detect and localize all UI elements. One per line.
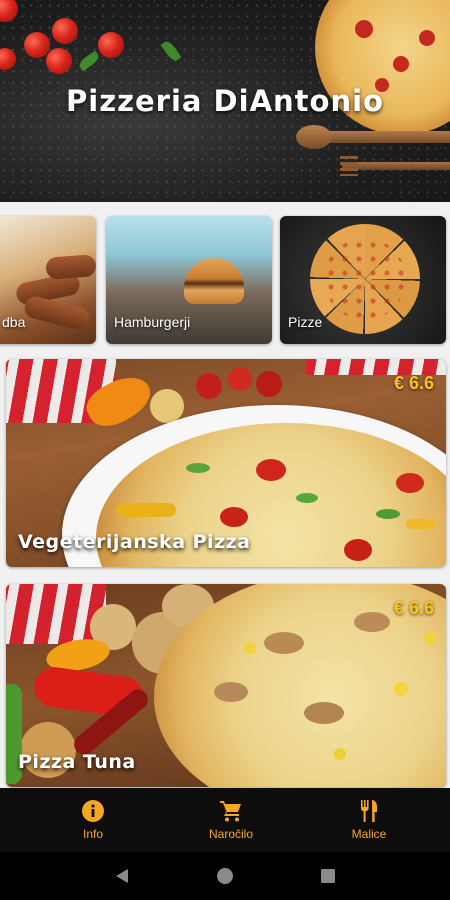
home-button[interactable] [213, 864, 237, 888]
recents-button[interactable] [316, 864, 340, 888]
pizza-image [310, 224, 420, 334]
brand-title: Pizzeria DiAntonio [66, 84, 384, 118]
nav-label: Info [82, 827, 103, 841]
system-navigation-bar [0, 852, 450, 900]
nav-item-narocilo[interactable]: Naročilo [196, 788, 266, 852]
wooden-spoon-decoration [296, 125, 450, 149]
recents-icon [321, 869, 336, 883]
nav-item-info[interactable]: Info [58, 788, 128, 852]
cutlery-icon [361, 800, 377, 822]
home-icon [216, 868, 233, 884]
tomato-decoration [24, 32, 50, 58]
category-carousel[interactable]: dba Hamburgerji Pizze [0, 216, 450, 344]
potato-decoration [150, 389, 184, 423]
cart-icon [220, 801, 241, 822]
nav-item-malice[interactable]: Malice [334, 788, 404, 852]
bottom-navigation: Info Naročilo Malice [0, 788, 450, 852]
tomato-decoration [52, 18, 78, 44]
product-price: € 6.6 [393, 598, 434, 618]
category-label: Pizze [288, 314, 323, 330]
category-card-meat[interactable]: dba [0, 216, 96, 344]
back-button[interactable] [110, 864, 134, 888]
tomato-decoration [98, 32, 124, 58]
tomato-decoration [46, 48, 72, 74]
category-label: dba [2, 314, 26, 330]
category-card-hamburgerji[interactable]: Hamburgerji [106, 216, 272, 344]
app-screen: Pizzeria DiAntonio dba Hamburgerji Pizze [0, 0, 450, 900]
tomato-decoration [256, 371, 282, 397]
tomato-decoration [196, 373, 222, 399]
tomato-decoration [228, 367, 252, 391]
product-price: € 6.6 [393, 373, 434, 393]
product-card-pizza-tuna[interactable]: € 6.6 Pizza Tuna [6, 584, 446, 787]
category-label: Hamburgerji [114, 314, 191, 330]
nav-label: Malice [351, 827, 387, 841]
product-name: Pizza Tuna [18, 751, 136, 773]
header-banner: Pizzeria DiAntonio [0, 0, 450, 202]
product-name: Vegeterijanska Pizza [18, 531, 251, 553]
product-card-vegeterijanska[interactable]: € 6.6 Vegeterijanska Pizza [6, 359, 446, 567]
nav-label: Naročilo [208, 827, 253, 841]
category-card-pizze[interactable]: Pizze [280, 216, 446, 344]
wooden-fork-decoration [340, 156, 450, 176]
info-icon [82, 800, 104, 822]
burger-image [184, 258, 244, 304]
back-icon [115, 869, 128, 883]
